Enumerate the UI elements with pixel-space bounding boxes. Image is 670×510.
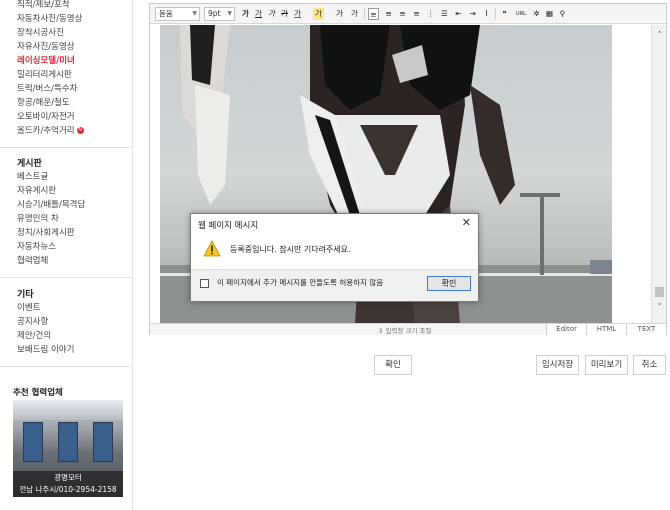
tab-html[interactable]: HTML	[586, 324, 626, 335]
sidebar-item-notice[interactable]: 공지사항	[17, 317, 48, 328]
special-char-icon[interactable]: ✲	[531, 8, 542, 20]
italic-button[interactable]: 가	[266, 8, 277, 20]
warning-icon	[203, 240, 221, 257]
underline-button[interactable]: 가	[253, 8, 264, 20]
sidebar-item-celebrity-car[interactable]: 유명인의 차	[17, 214, 59, 225]
sidebar-divider	[0, 366, 133, 367]
page: 직적/제보/포착 자동차사진/동영상 장착시공사진 자유사진/동영상 레이싱모델…	[0, 0, 670, 510]
align-left-icon[interactable]: ≡	[368, 8, 379, 20]
sidebar-item-motorcycle[interactable]: 오토바이/자전거	[17, 112, 75, 123]
partner-banner-bay	[23, 422, 43, 462]
dialog-ok-button[interactable]: 확인	[427, 276, 471, 291]
subscript-button[interactable]: 가	[349, 8, 360, 20]
partner-banner-bay	[93, 422, 113, 462]
scroll-thumb[interactable]	[655, 287, 664, 297]
partner-banner[interactable]: 광명모터 전남 나주시/010-2954-2158	[13, 400, 123, 497]
suppress-messages-checkbox[interactable]	[200, 279, 209, 288]
sidebar-item-report[interactable]: 직적/제보/포착	[17, 0, 70, 11]
table-icon[interactable]: ▦	[544, 8, 555, 20]
strikethrough-button[interactable]: 가	[279, 8, 290, 20]
sidebar-item-aviation[interactable]: 항공/해운/철도	[17, 98, 70, 109]
unordered-list-icon[interactable]: ☰	[439, 8, 450, 20]
sidebar: 직적/제보/포착 자동차사진/동영상 장착시공사진 자유사진/동영상 레이싱모델…	[0, 0, 133, 510]
partner-info: 전남 나주시/010-2954-2158	[19, 485, 117, 494]
partner-section-title: 추천 협력업체	[13, 388, 63, 398]
font-size-value: 9pt	[208, 9, 221, 18]
chevron-down-icon: ▼	[192, 10, 197, 17]
confirm-button[interactable]: 확인	[374, 355, 412, 375]
web-page-message-dialog: 웹 페이지 메시지 ✕ 등록중입니다. 잠시만 기다려주세요. 이 페이지에서 …	[190, 213, 479, 302]
font-family-select[interactable]: 돋움 ▼	[155, 7, 200, 21]
superscript-button[interactable]: 가	[334, 8, 345, 20]
dialog-footer: 이 페이지에서 추가 메시지를 만들도록 허용하지 않음 확인	[191, 269, 478, 301]
toolbar-separator	[495, 8, 496, 20]
scroll-down-icon[interactable]: ˅	[652, 301, 667, 315]
align-right-icon[interactable]: ≡	[397, 8, 408, 20]
sidebar-item-car-photos[interactable]: 자동차사진/동영상	[17, 14, 82, 25]
align-center-icon[interactable]: ≡	[383, 8, 394, 20]
scroll-up-icon[interactable]: ˄	[652, 29, 667, 43]
temp-save-button[interactable]: 임시저장	[536, 355, 579, 375]
editor-toolbar: 돋움 ▼ 9pt ▼ 가 가 가 가 가 가 가 가 ≡ ≡ ≡ ≡ ⋮ ☰ ⇤ ⇥…	[150, 4, 666, 24]
sidebar-item-bobae-story[interactable]: 보배드림 이야기	[17, 345, 74, 356]
resize-handle[interactable]: ⇕ 입력창 크기 조절	[378, 325, 432, 335]
sidebar-item-test-drive[interactable]: 시승기/배틀/목격담	[17, 200, 85, 211]
sidebar-item-racing-model[interactable]: 레이싱모델/미녀	[17, 56, 75, 67]
preview-button[interactable]: 미리보기	[585, 355, 628, 375]
sidebar-item-free-board[interactable]: 자유게시판	[17, 186, 56, 197]
sidebar-item-partners[interactable]: 협력업체	[17, 256, 48, 267]
partner-name: 광명모터	[54, 473, 82, 482]
font-color-button[interactable]: 가	[292, 8, 303, 20]
sidebar-item-suggestion[interactable]: 제안/건의	[17, 331, 51, 342]
font-family-value: 돋움	[159, 9, 173, 18]
sidebar-item-event[interactable]: 이벤트	[17, 303, 40, 314]
tab-editor[interactable]: Editor	[546, 324, 586, 335]
indent-icon[interactable]: ⇥	[467, 8, 478, 20]
sidebar-item-best[interactable]: 베스트글	[17, 172, 48, 183]
sidebar-item-free-photos[interactable]: 자유사진/동영상	[17, 42, 75, 53]
sidebar-item-military[interactable]: 밀리터리게시판	[17, 70, 72, 81]
font-size-select[interactable]: 9pt ▼	[204, 7, 235, 21]
new-badge: N	[76, 127, 84, 134]
partner-caption: 광명모터 전남 나주시/010-2954-2158	[13, 471, 123, 497]
etc-section-title: 기타	[17, 290, 34, 300]
suppress-messages-label[interactable]: 이 페이지에서 추가 메시지를 만들도록 허용하지 않음	[217, 278, 407, 288]
partner-banner-bay	[58, 422, 78, 462]
quote-icon[interactable]: ❝	[499, 8, 510, 20]
sidebar-item-install-photos[interactable]: 장착시공사진	[17, 28, 64, 39]
highlight-button[interactable]: 가	[313, 8, 324, 20]
tab-text[interactable]: TEXT	[626, 324, 666, 335]
sidebar-divider	[0, 147, 133, 148]
search-icon[interactable]: ⚲	[557, 8, 568, 20]
align-justify-icon[interactable]: ≡	[411, 8, 422, 20]
sidebar-item-truck-bus[interactable]: 트럭/버스/특수차	[17, 84, 77, 95]
clear-format-icon[interactable]: I	[481, 8, 492, 20]
dialog-message: 등록중입니다. 잠시만 기다려주세요.	[230, 245, 351, 254]
sidebar-item-car-news[interactable]: 자동차뉴스	[17, 242, 56, 253]
close-icon[interactable]: ✕	[462, 216, 471, 229]
bold-button[interactable]: 가	[240, 8, 251, 20]
dialog-title: 웹 페이지 메시지	[198, 221, 259, 231]
ordered-list-icon[interactable]: ⋮	[425, 8, 436, 20]
sidebar-item-politics[interactable]: 정치/사회게시판	[17, 228, 75, 239]
outdent-icon[interactable]: ⇤	[453, 8, 464, 20]
sidebar-item-oldcar[interactable]: 올드카/추억거리 N	[17, 126, 84, 137]
chevron-down-icon: ▼	[227, 10, 232, 17]
editor-scrollbar[interactable]: ˄ ˅	[651, 25, 666, 323]
editor-statusbar: ⇕ 입력창 크기 조절 Editor HTML TEXT	[150, 323, 666, 335]
board-section-title: 게시판	[17, 159, 42, 169]
cancel-button[interactable]: 취소	[633, 355, 666, 375]
partner-banner-roof	[13, 400, 123, 420]
toolbar-separator	[364, 8, 365, 20]
link-icon[interactable]: URL	[514, 8, 528, 20]
sidebar-item-oldcar-label: 올드카/추억거리	[17, 126, 75, 136]
sidebar-divider	[0, 277, 133, 278]
